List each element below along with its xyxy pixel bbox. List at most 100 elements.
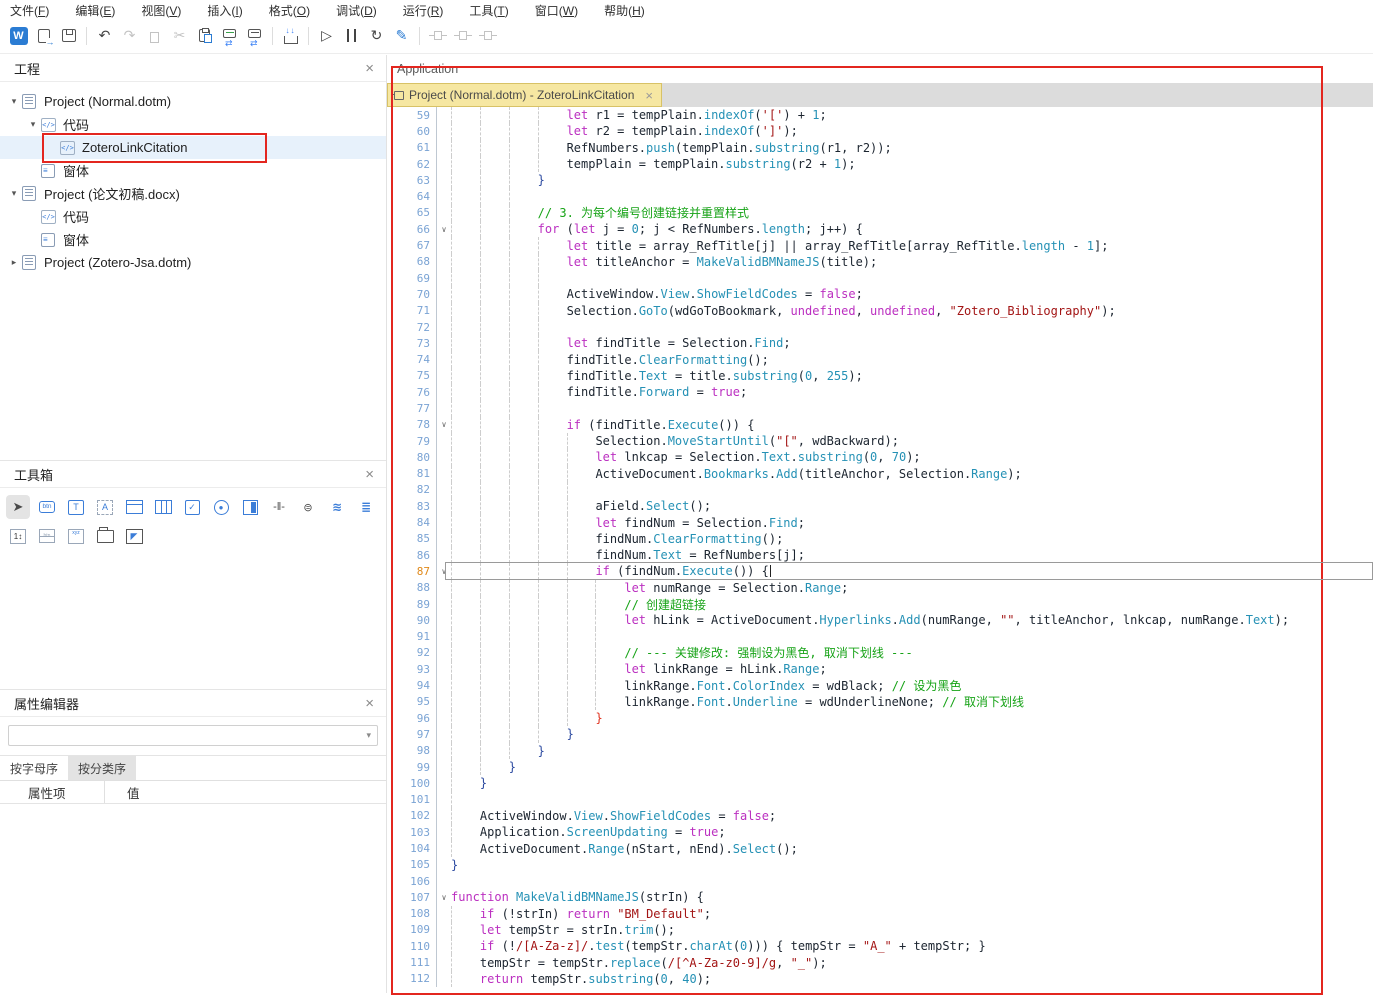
redo-icon[interactable]: ↷	[117, 23, 142, 48]
indent-guide	[509, 645, 538, 661]
code-token: let	[567, 336, 589, 350]
code-token: Find	[769, 516, 798, 530]
project-glyph	[22, 186, 36, 201]
v-adjuster-icon[interactable]: ⊜	[296, 495, 320, 519]
word-icon[interactable]: W	[6, 23, 31, 48]
indent-guide	[451, 433, 480, 449]
code-token: + tempStr; }	[892, 939, 986, 953]
checkbox-icon[interactable]: ✓	[180, 495, 204, 519]
indent-guide	[509, 629, 538, 645]
radio-icon[interactable]: ●	[209, 495, 233, 519]
code-token: ;	[798, 516, 805, 530]
save-icon[interactable]	[56, 23, 81, 48]
menu-item-H[interactable]: 帮助(H)	[604, 2, 645, 19]
tree-expand-icon[interactable]: ▾	[25, 119, 41, 130]
tree-item--[interactable]: ▾</>代码	[0, 113, 386, 136]
listview-icon[interactable]	[151, 495, 175, 519]
label-icon[interactable]: A	[93, 495, 117, 519]
tree-item--[interactable]: ≡窗体	[0, 228, 386, 251]
code-token: );	[783, 124, 797, 138]
edit-run-icon[interactable]: ✎	[389, 23, 414, 48]
close-icon[interactable]: ×	[365, 60, 374, 77]
object-dropdown[interactable]: ▾	[8, 725, 378, 746]
step-out-icon[interactable]	[475, 23, 500, 48]
tree-item-project-docx-[interactable]: ▾Project (论文初稿.docx)	[0, 182, 386, 205]
tree-expand-icon[interactable]: ▸	[6, 257, 22, 268]
menu-item-F[interactable]: 文件(F)	[10, 2, 49, 19]
indent-guide	[538, 661, 567, 677]
fold-marker-icon[interactable]: ∨	[437, 889, 451, 905]
properties-tab-alphabetical[interactable]: 按字母序	[0, 756, 68, 780]
h-spring-icon[interactable]: ≋	[325, 495, 349, 519]
fold-marker-icon[interactable]: ∨	[437, 563, 451, 579]
menu-item-D[interactable]: 调试(D)	[336, 2, 377, 19]
code-line: 112return tempStr.substring(0, 40);	[387, 971, 1373, 987]
menu-item-T[interactable]: 工具(T)	[469, 2, 508, 19]
indent-guide	[480, 677, 509, 693]
tree-item--[interactable]: </>代码	[0, 205, 386, 228]
comment-remove-icon[interactable]	[242, 23, 267, 48]
tree-item-project-zotero-jsa-dotm-[interactable]: ▸Project (Zotero-Jsa.dotm)	[0, 251, 386, 274]
indent-guide	[509, 107, 538, 123]
close-icon[interactable]: ×	[365, 466, 374, 483]
pointer-icon[interactable]: ➤	[6, 495, 30, 519]
breakpoint-icon[interactable]	[278, 23, 303, 48]
tree-expand-icon[interactable]: ▾	[6, 188, 22, 199]
line-number: 87	[387, 563, 437, 579]
menu-item-O[interactable]: 格式(O)	[269, 2, 310, 19]
reset-icon[interactable]: ↻	[364, 23, 389, 48]
save-as-icon[interactable]	[31, 23, 56, 48]
project-icon	[22, 255, 40, 270]
code-token: j =	[596, 222, 632, 236]
menu-item-E[interactable]: 编辑(E)	[75, 2, 115, 19]
indent-guide	[451, 205, 480, 221]
properties-tab-categorized[interactable]: 按分类序	[68, 756, 136, 780]
close-icon[interactable]: ×	[365, 695, 374, 712]
code-line: 104ActiveDocument.Range(nStart, nEnd).Se…	[387, 840, 1373, 856]
button-stack-icon[interactable]: btn	[35, 524, 59, 548]
step-over-icon[interactable]	[450, 23, 475, 48]
button-icon[interactable]: btn	[35, 495, 59, 519]
cut-icon[interactable]: ✂	[167, 23, 192, 48]
code-text: let findNum = Selection.Find;	[595, 514, 805, 530]
properties-panel-title: 属性编辑器	[14, 694, 365, 713]
code-token: charAt	[689, 939, 732, 953]
h-adjuster-icon[interactable]: -‖-	[267, 495, 291, 519]
copy-icon[interactable]	[142, 23, 167, 48]
code-text: let linkRange = hLink.Range;	[624, 661, 826, 677]
menu-item-R[interactable]: 运行(R)	[403, 2, 444, 19]
menu-item-V[interactable]: 视图(V)	[141, 2, 181, 19]
tree-expand-icon[interactable]: ▾	[6, 96, 22, 107]
tab-close-icon[interactable]: ×	[645, 88, 653, 103]
tree-item--[interactable]: ≡窗体	[0, 159, 386, 182]
undo-icon[interactable]: ↶	[92, 23, 117, 48]
comment-add-icon-shape	[223, 29, 236, 38]
v-spring-icon[interactable]: ≣	[354, 495, 378, 519]
tree-item-project-normal-dotm-[interactable]: ▾Project (Normal.dotm)	[0, 90, 386, 113]
code-text: ActiveDocument.Range(nStart, nEnd).Selec…	[480, 840, 798, 856]
comment-add-icon[interactable]	[217, 23, 242, 48]
editor-tab-active[interactable]: Project (Normal.dotm) - ZoteroLinkCitati…	[387, 83, 662, 107]
paste-icon[interactable]	[192, 23, 217, 48]
indent-guide	[595, 629, 624, 645]
run-icon[interactable]: ▷	[314, 23, 339, 48]
textbox-icon[interactable]: T	[64, 495, 88, 519]
step-into-icon[interactable]	[425, 23, 450, 48]
fold-marker-icon[interactable]: ∨	[437, 417, 451, 433]
menu-item-W[interactable]: 窗口(W)	[535, 2, 578, 19]
menu-item-I[interactable]: 插入(I)	[207, 2, 242, 19]
xyz-box-icon[interactable]: xyz	[64, 524, 88, 548]
form-pointer-icon[interactable]: ◤	[122, 524, 146, 548]
code-editor[interactable]: 59let r1 = tempPlain.indexOf('[') + 1;60…	[387, 107, 1373, 993]
pause-icon[interactable]	[339, 23, 364, 48]
code-line: 63}	[387, 172, 1373, 188]
code-line: 100}	[387, 775, 1373, 791]
toggle-icon[interactable]	[238, 495, 262, 519]
indent-guide	[509, 303, 538, 319]
tab-folder-icon[interactable]	[93, 524, 117, 548]
fold-marker-icon[interactable]: ∨	[437, 221, 451, 237]
frame-icon[interactable]	[122, 495, 146, 519]
tree-item-zoterolinkcitation[interactable]: </>ZoteroLinkCitation	[0, 136, 386, 159]
indent-guide	[451, 840, 480, 856]
spinner-icon[interactable]: 1↕	[6, 524, 30, 548]
